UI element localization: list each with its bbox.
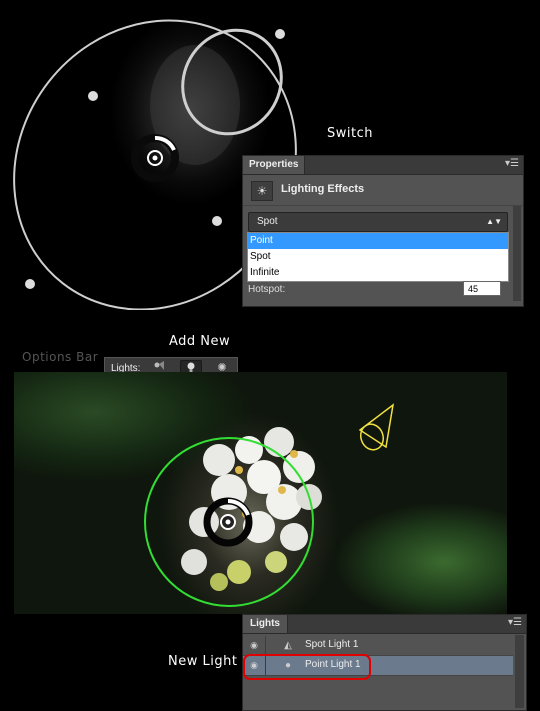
properties-scrollbar[interactable]: [513, 206, 521, 301]
lighting-effects-icon: ☀: [251, 181, 273, 201]
light-type-dropdown[interactable]: Point Spot Infinite: [247, 232, 509, 282]
flower-blur: [150, 45, 240, 165]
panel-menu-icon[interactable]: ▾☰: [505, 159, 519, 169]
point-light-overlay[interactable]: [14, 372, 507, 614]
light-type-value: Spot: [257, 216, 278, 227]
callout-switch: Switch: [327, 126, 373, 141]
select-arrows-icon: ▲▼: [486, 217, 502, 226]
spot-light-icon: ◭: [284, 640, 292, 651]
light-center-dot: [225, 519, 231, 525]
lighting-effects-title: Lighting Effects: [281, 183, 365, 195]
properties-panel: Properties ▾☰ ☀ Lighting Effects Spot ▲▼…: [242, 155, 524, 307]
light-name: Spot Light 1: [305, 639, 359, 650]
light-type-select[interactable]: Spot ▲▼: [248, 212, 508, 232]
tab-lights[interactable]: Lights: [243, 615, 288, 633]
ellipse-handle[interactable]: [212, 216, 222, 226]
panel-menu-icon[interactable]: ▾☰: [508, 618, 522, 628]
hotspot-input[interactable]: 45: [463, 281, 501, 296]
dropdown-option-infinite[interactable]: Infinite: [248, 265, 508, 281]
properties-tabbar: Properties ▾☰: [243, 156, 523, 175]
lights-list-item-spot[interactable]: ◉ ◭ Spot Light 1: [243, 636, 513, 656]
ellipse-handle[interactable]: [88, 91, 98, 101]
callout-new-light: New Light: [168, 654, 238, 669]
dropdown-option-point[interactable]: Point: [248, 233, 508, 249]
callout-add-new: Add New: [169, 334, 231, 349]
tab-properties[interactable]: Properties: [243, 156, 306, 174]
visibility-eye-icon[interactable]: ◉: [248, 639, 260, 651]
lights-tabbar: Lights ▾☰: [243, 615, 526, 634]
ellipse-handle[interactable]: [275, 29, 285, 39]
new-light-highlight: [243, 654, 371, 680]
lighting-effects-header: ☀ Lighting Effects: [243, 175, 523, 206]
light-center-dot: [152, 155, 158, 161]
lights-scrollbar[interactable]: [515, 635, 524, 708]
spot-cone-widget[interactable]: [357, 403, 395, 453]
hotspot-label: Hotspot:: [248, 284, 286, 295]
column-separator: [265, 636, 266, 655]
ellipse-handle[interactable]: [25, 279, 35, 289]
callout-options-bar: Options Bar: [22, 350, 99, 364]
dropdown-option-spot[interactable]: Spot: [248, 249, 508, 265]
